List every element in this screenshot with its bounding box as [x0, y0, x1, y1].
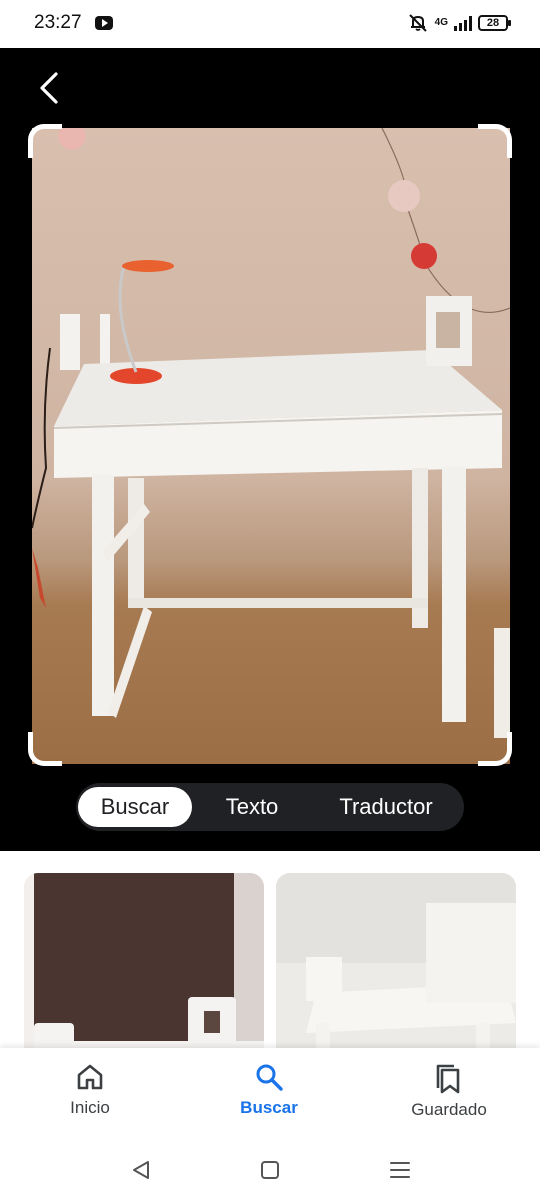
network-type-label: 4G — [434, 17, 448, 28]
home-icon — [77, 1064, 103, 1090]
status-bar: 23:27 4G 28 — [0, 0, 540, 48]
bottom-navigation: Inicio Buscar Guardado — [0, 1048, 540, 1140]
system-navigation-bar — [0, 1140, 540, 1200]
mute-icon — [407, 13, 429, 33]
nav-home[interactable]: Inicio — [30, 1062, 150, 1128]
crop-handle-top-left[interactable] — [28, 124, 62, 158]
desk-photo-illustration — [32, 128, 510, 738]
nav-home-label: Inicio — [70, 1098, 110, 1117]
search-image[interactable] — [32, 128, 510, 764]
result-thumbnail — [24, 873, 264, 1073]
battery-icon: 28 — [478, 15, 511, 31]
result-card[interactable] — [24, 873, 264, 1073]
tab-text[interactable]: Texto — [202, 787, 302, 827]
crop-handle-bottom-left[interactable] — [28, 732, 62, 766]
search-icon — [256, 1064, 283, 1091]
crop-handle-bottom-right[interactable] — [478, 732, 512, 766]
lens-mode-tabs: Buscar Texto Traductor — [76, 783, 464, 831]
status-icons: 4G 28 — [407, 12, 511, 34]
crop-handle-top-right[interactable] — [478, 124, 512, 158]
nav-saved[interactable]: Guardado — [389, 1062, 509, 1128]
lens-viewer: Buscar Texto Traductor — [0, 48, 540, 851]
bookmarks-icon — [436, 1064, 460, 1094]
nav-search-label: Buscar — [240, 1098, 298, 1117]
chevron-left-icon — [40, 72, 58, 104]
nav-search[interactable]: Buscar — [209, 1062, 329, 1128]
result-thumbnail — [276, 873, 516, 1073]
signal-icon — [454, 15, 472, 31]
youtube-notification-icon — [95, 16, 113, 30]
system-back-button[interactable] — [128, 1156, 156, 1184]
triangle-back-icon — [133, 1161, 149, 1179]
tab-search[interactable]: Buscar — [78, 787, 192, 827]
status-time: 23:27 — [34, 12, 82, 33]
back-button[interactable] — [30, 66, 70, 110]
system-home-button[interactable] — [256, 1156, 284, 1184]
visual-matches — [0, 851, 540, 1073]
system-recents-button[interactable] — [386, 1156, 414, 1184]
tab-translate[interactable]: Traductor — [316, 787, 456, 827]
result-card[interactable] — [276, 873, 516, 1073]
nav-saved-label: Guardado — [411, 1100, 487, 1119]
menu-recents-icon — [390, 1162, 410, 1178]
square-home-icon — [261, 1161, 279, 1179]
